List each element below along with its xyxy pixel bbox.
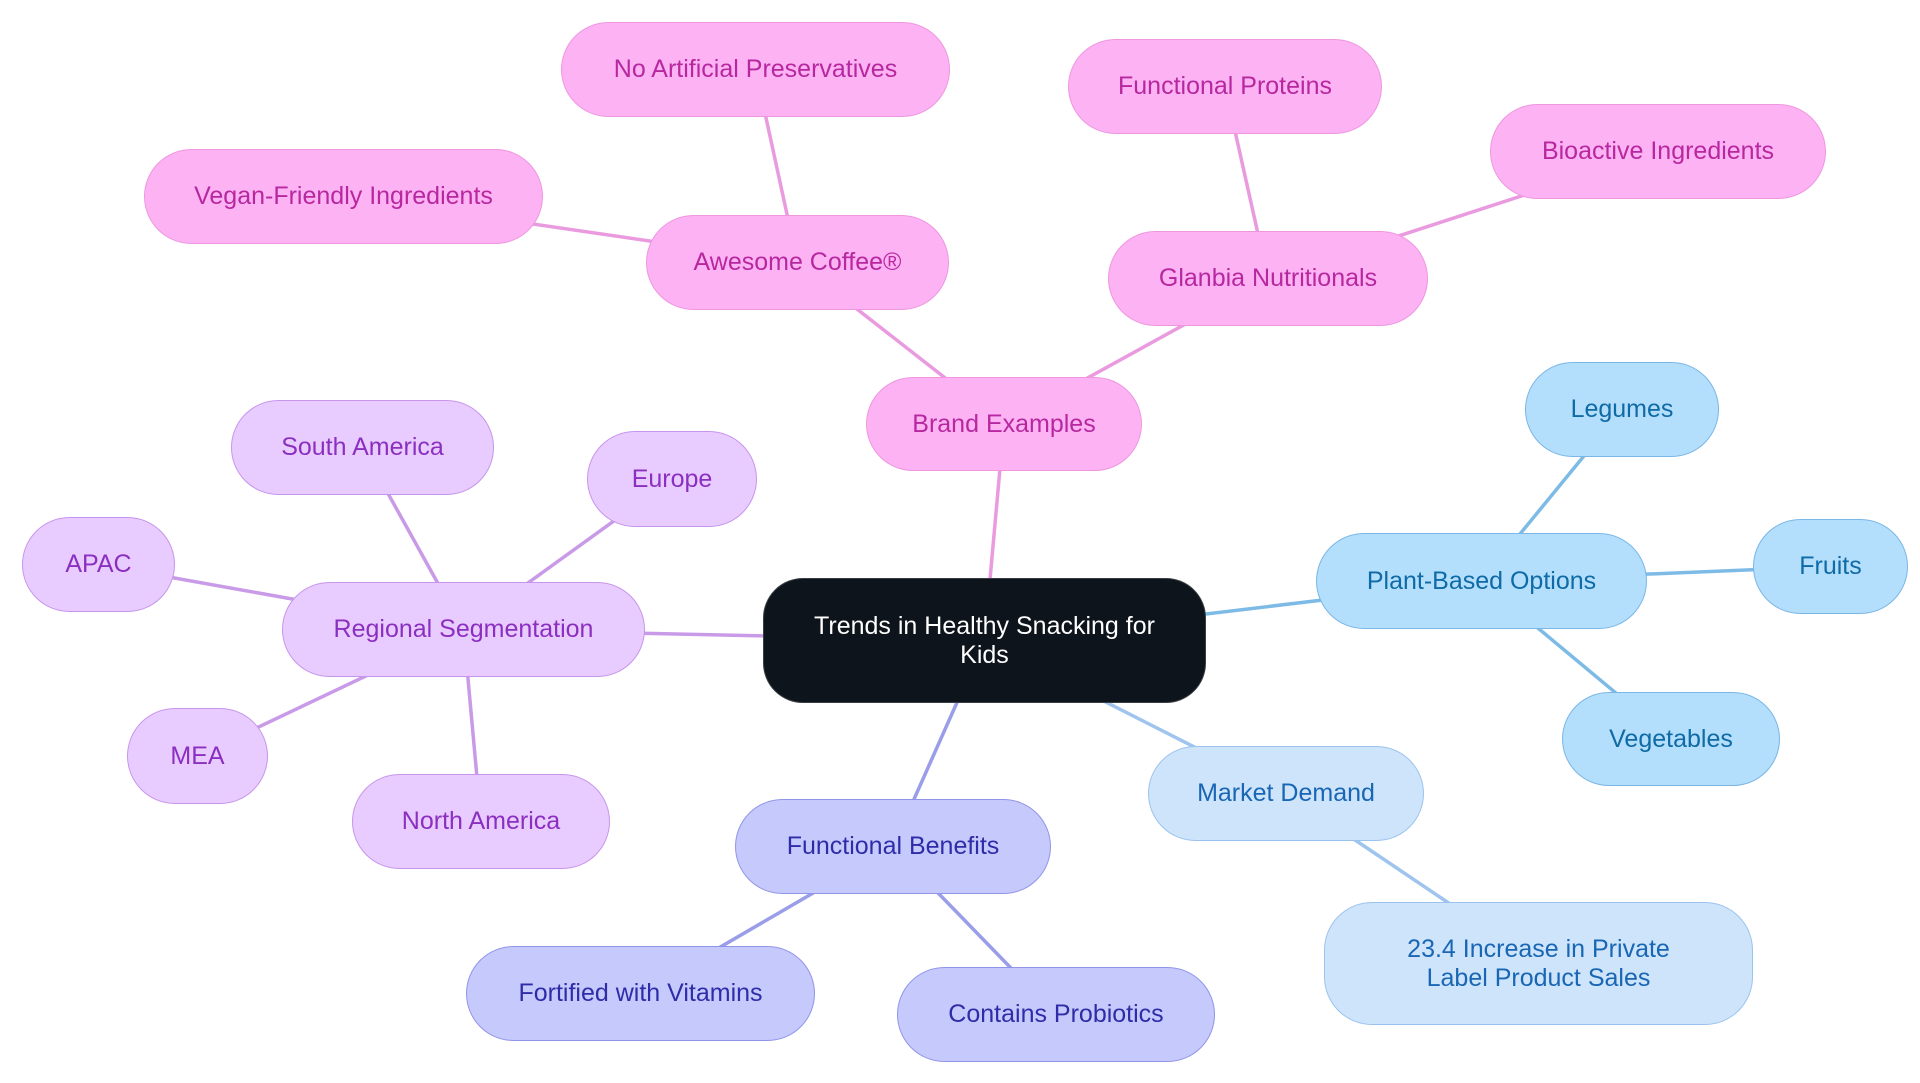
- node-fortified-with-vitamins[interactable]: Fortified with Vitamins: [466, 946, 815, 1041]
- node-europe[interactable]: Europe: [587, 431, 757, 527]
- node-glanbia-nutritionals[interactable]: Glanbia Nutritionals: [1108, 231, 1428, 326]
- node-no-artificial-preservatives[interactable]: No Artificial Preservatives: [561, 22, 950, 117]
- node-fruits[interactable]: Fruits: [1753, 519, 1908, 614]
- node-regional-segmentation[interactable]: Regional Segmentation: [282, 582, 645, 677]
- node-mea[interactable]: MEA: [127, 708, 268, 804]
- node-functional-proteins[interactable]: Functional Proteins: [1068, 39, 1382, 134]
- node-awesome-coffee[interactable]: Awesome Coffee®: [646, 215, 949, 310]
- node-private-label-sales[interactable]: 23.4 Increase in Private Label Product S…: [1324, 902, 1753, 1025]
- node-bioactive-ingredients[interactable]: Bioactive Ingredients: [1490, 104, 1826, 199]
- root-node[interactable]: Trends in Healthy Snacking for Kids: [763, 578, 1206, 703]
- node-plant-based-options[interactable]: Plant-Based Options: [1316, 533, 1647, 629]
- node-vegan-friendly-ingredients[interactable]: Vegan-Friendly Ingredients: [144, 149, 543, 244]
- node-legumes[interactable]: Legumes: [1525, 362, 1719, 457]
- node-south-america[interactable]: South America: [231, 400, 494, 495]
- node-contains-probiotics[interactable]: Contains Probiotics: [897, 967, 1215, 1062]
- node-brand-examples[interactable]: Brand Examples: [866, 377, 1142, 471]
- node-north-america[interactable]: North America: [352, 774, 610, 869]
- node-apac[interactable]: APAC: [22, 517, 175, 612]
- node-market-demand[interactable]: Market Demand: [1148, 746, 1424, 841]
- node-functional-benefits[interactable]: Functional Benefits: [735, 799, 1051, 894]
- node-vegetables[interactable]: Vegetables: [1562, 692, 1780, 786]
